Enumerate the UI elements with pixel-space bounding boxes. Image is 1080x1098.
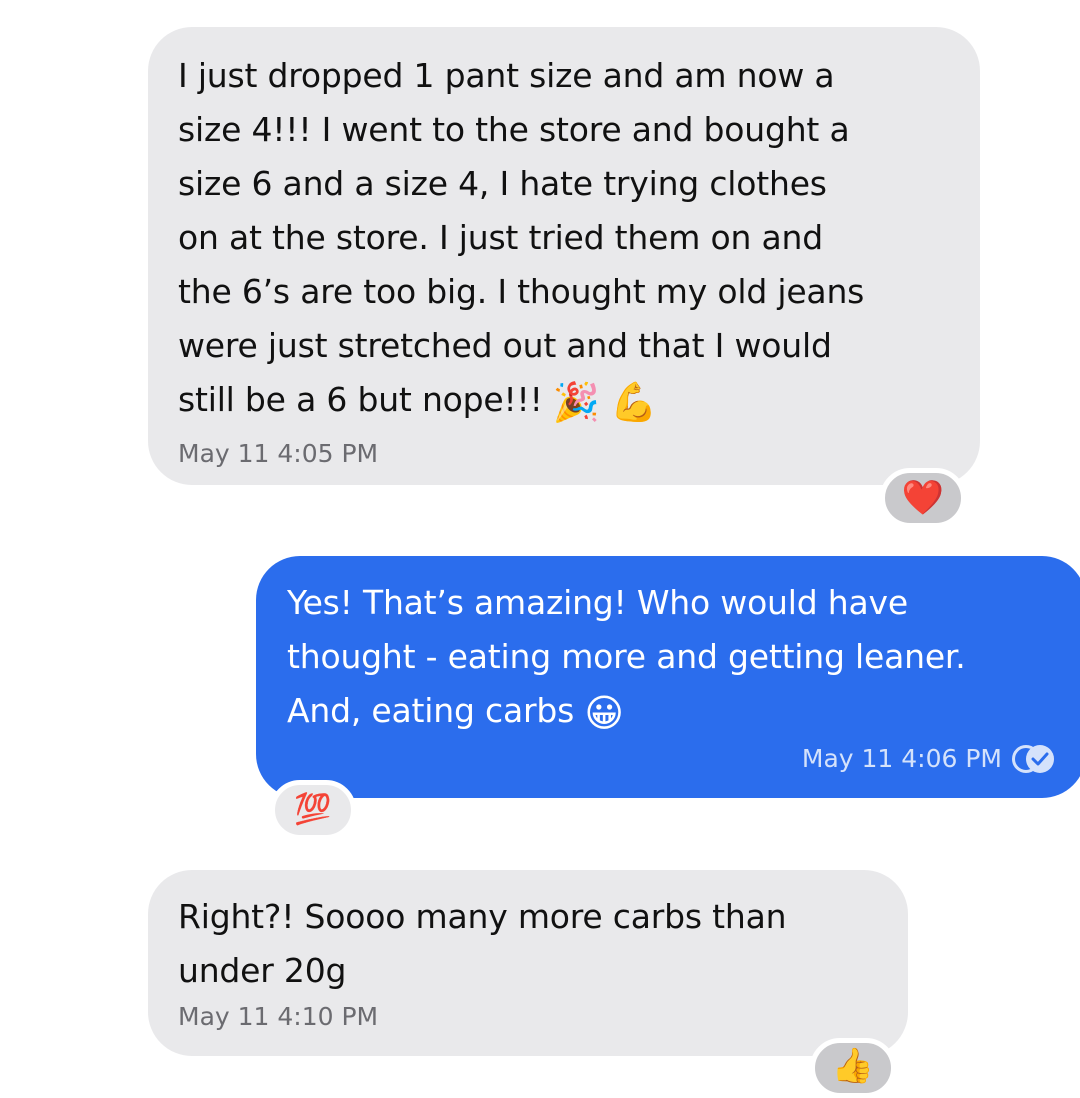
message-timestamp: May 11 4:06 PM [801, 744, 1002, 773]
hundred-points-icon: 💯 [294, 792, 332, 827]
flexed-biceps-emoji: 💪 [610, 380, 658, 424]
message-line: Right?! Soooo many more carbs than [178, 897, 787, 936]
heart-icon: ❤️ [901, 478, 945, 518]
incoming-message-bubble[interactable]: I just dropped 1 pant size and am now a … [148, 27, 980, 485]
message-line: under 20g [178, 951, 347, 990]
message-line: the 6’s are too big. I thought my old je… [178, 272, 865, 311]
message-text: Yes! That’s amazing! Who would have thou… [287, 576, 1056, 738]
hundred-points-reaction[interactable]: 💯 [270, 780, 356, 840]
message-line: still be a 6 but nope!!! [178, 380, 543, 419]
message-timestamp: May 11 4:10 PM [178, 1002, 379, 1031]
message-timestamp: May 11 4:05 PM [178, 439, 379, 468]
grinning-face-emoji: 😀 [584, 691, 624, 735]
message-line: And, eating carbs [287, 691, 575, 730]
heart-reaction[interactable]: ❤️ [880, 468, 966, 528]
message-text: Right?! Soooo many more carbs than under… [178, 890, 878, 998]
party-popper-emoji: 🎉 [552, 380, 601, 424]
read-check-icon [1012, 745, 1056, 773]
message-line: on at the store. I just tried them on an… [178, 218, 823, 257]
outgoing-message-bubble[interactable]: Yes! That’s amazing! Who would have thou… [256, 556, 1080, 798]
message-line: were just stretched out and that I would [178, 326, 832, 365]
message-line: size 4!!! I went to the store and bought… [178, 110, 850, 149]
thumbs-up-reaction[interactable]: 👍 [810, 1038, 896, 1098]
message-line: I just dropped 1 pant size and am now a [178, 56, 835, 95]
thumbs-up-icon: 👍 [831, 1046, 875, 1086]
message-line: Yes! That’s amazing! Who would have [287, 583, 908, 622]
message-text: I just dropped 1 pant size and am now a … [178, 49, 950, 427]
message-line: thought - eating more and getting leaner… [287, 637, 966, 676]
incoming-message-bubble[interactable]: Right?! Soooo many more carbs than under… [148, 870, 908, 1056]
message-meta: May 11 4:06 PM [287, 744, 1056, 774]
message-line: size 6 and a size 4, I hate trying cloth… [178, 164, 827, 203]
